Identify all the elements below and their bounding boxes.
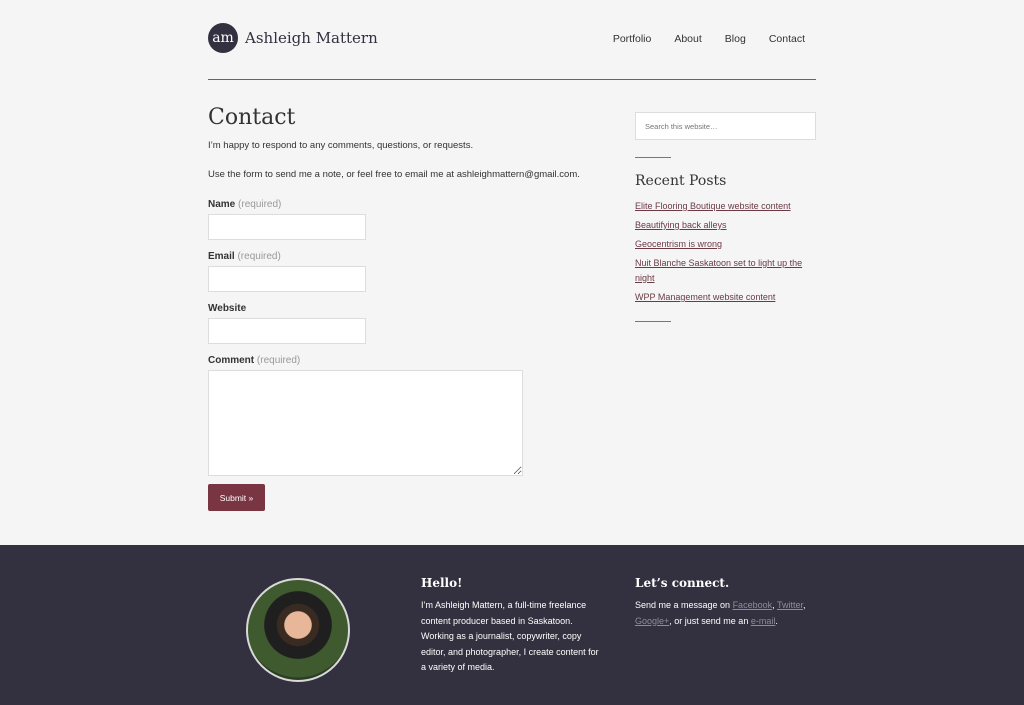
- email-required-text: (required): [237, 251, 281, 262]
- recent-posts-title: Recent Posts: [635, 173, 727, 189]
- nav-about[interactable]: About: [674, 33, 701, 45]
- page-title: Contact: [208, 105, 296, 130]
- logo-mark-icon: am: [208, 23, 238, 53]
- recent-post-link[interactable]: WPP Management website content: [635, 290, 816, 305]
- comment-label-text: Comment: [208, 355, 255, 366]
- nav-portfolio[interactable]: Portfolio: [613, 33, 652, 45]
- email-label-text: Email: [208, 251, 235, 262]
- bio-text: I’m Ashleigh Mattern, a full-time freela…: [421, 600, 599, 672]
- site-logo[interactable]: am Ashleigh Mattern: [208, 23, 378, 53]
- email-field[interactable]: [208, 266, 366, 292]
- twitter-link[interactable]: Twitter: [777, 600, 803, 610]
- nav-blog[interactable]: Blog: [725, 33, 746, 45]
- site-name[interactable]: Ashleigh Mattern: [245, 29, 378, 47]
- submit-button[interactable]: Submit »: [208, 484, 265, 511]
- contact-form-section: Contact I’m happy to respond to any comm…: [208, 105, 608, 511]
- comment-required-text: (required): [256, 355, 301, 366]
- site-footer: Hello! I’m Ashleigh Mattern, a full-time…: [0, 545, 1024, 705]
- page: am Ashleigh Mattern Portfolio About Blog…: [0, 0, 1024, 705]
- website-field[interactable]: [208, 318, 366, 344]
- recent-post-link[interactable]: Beautifying back alleys: [635, 218, 816, 233]
- recent-post-link[interactable]: Elite Flooring Boutique website content: [635, 199, 816, 214]
- sidebar-divider: [635, 157, 671, 158]
- connect-middle: , or just send me an: [669, 615, 751, 626]
- email-label: Email (required): [208, 251, 281, 262]
- comment-label: Comment (required): [208, 355, 300, 366]
- name-field[interactable]: [208, 214, 366, 240]
- connect-prefix: Send me a message on: [635, 600, 733, 610]
- facebook-link[interactable]: Facebook: [733, 600, 773, 610]
- website-label: Website: [208, 303, 246, 314]
- googleplus-link[interactable]: Google+: [635, 616, 669, 626]
- recent-post-link[interactable]: Geocentrism is wrong: [635, 237, 816, 252]
- website-label-text: Website: [208, 303, 247, 314]
- profile-photo: [246, 578, 350, 682]
- header-divider: [208, 79, 816, 80]
- sidebar-divider: [635, 321, 671, 322]
- email-link[interactable]: e-mail: [751, 616, 776, 626]
- comment-field[interactable]: [208, 370, 523, 476]
- name-label: Name (required): [208, 199, 281, 210]
- name-required-text: (required): [238, 199, 282, 210]
- nav-contact[interactable]: Contact: [769, 33, 805, 45]
- recent-posts-list: Elite Flooring Boutique website content …: [635, 199, 816, 305]
- connect-text: Send me a message on Facebook, Twitter, …: [635, 600, 806, 626]
- intro-text: I’m happy to respond to any comments, qu…: [208, 140, 474, 151]
- recent-post-link[interactable]: Nuit Blanche Saskatoon set to light up t…: [635, 256, 816, 286]
- main-nav: Portfolio About Blog Contact: [613, 33, 805, 45]
- connect-suffix: .: [775, 615, 778, 626]
- sidebar: Recent Posts Elite Flooring Boutique web…: [635, 112, 816, 322]
- search-input[interactable]: [635, 112, 816, 140]
- intro-email-text: Use the form to send me a note, or feel …: [208, 169, 580, 180]
- hello-title: Hello!: [421, 576, 463, 590]
- name-label-text: Name: [208, 199, 236, 210]
- connect-title: Let’s connect.: [635, 576, 730, 590]
